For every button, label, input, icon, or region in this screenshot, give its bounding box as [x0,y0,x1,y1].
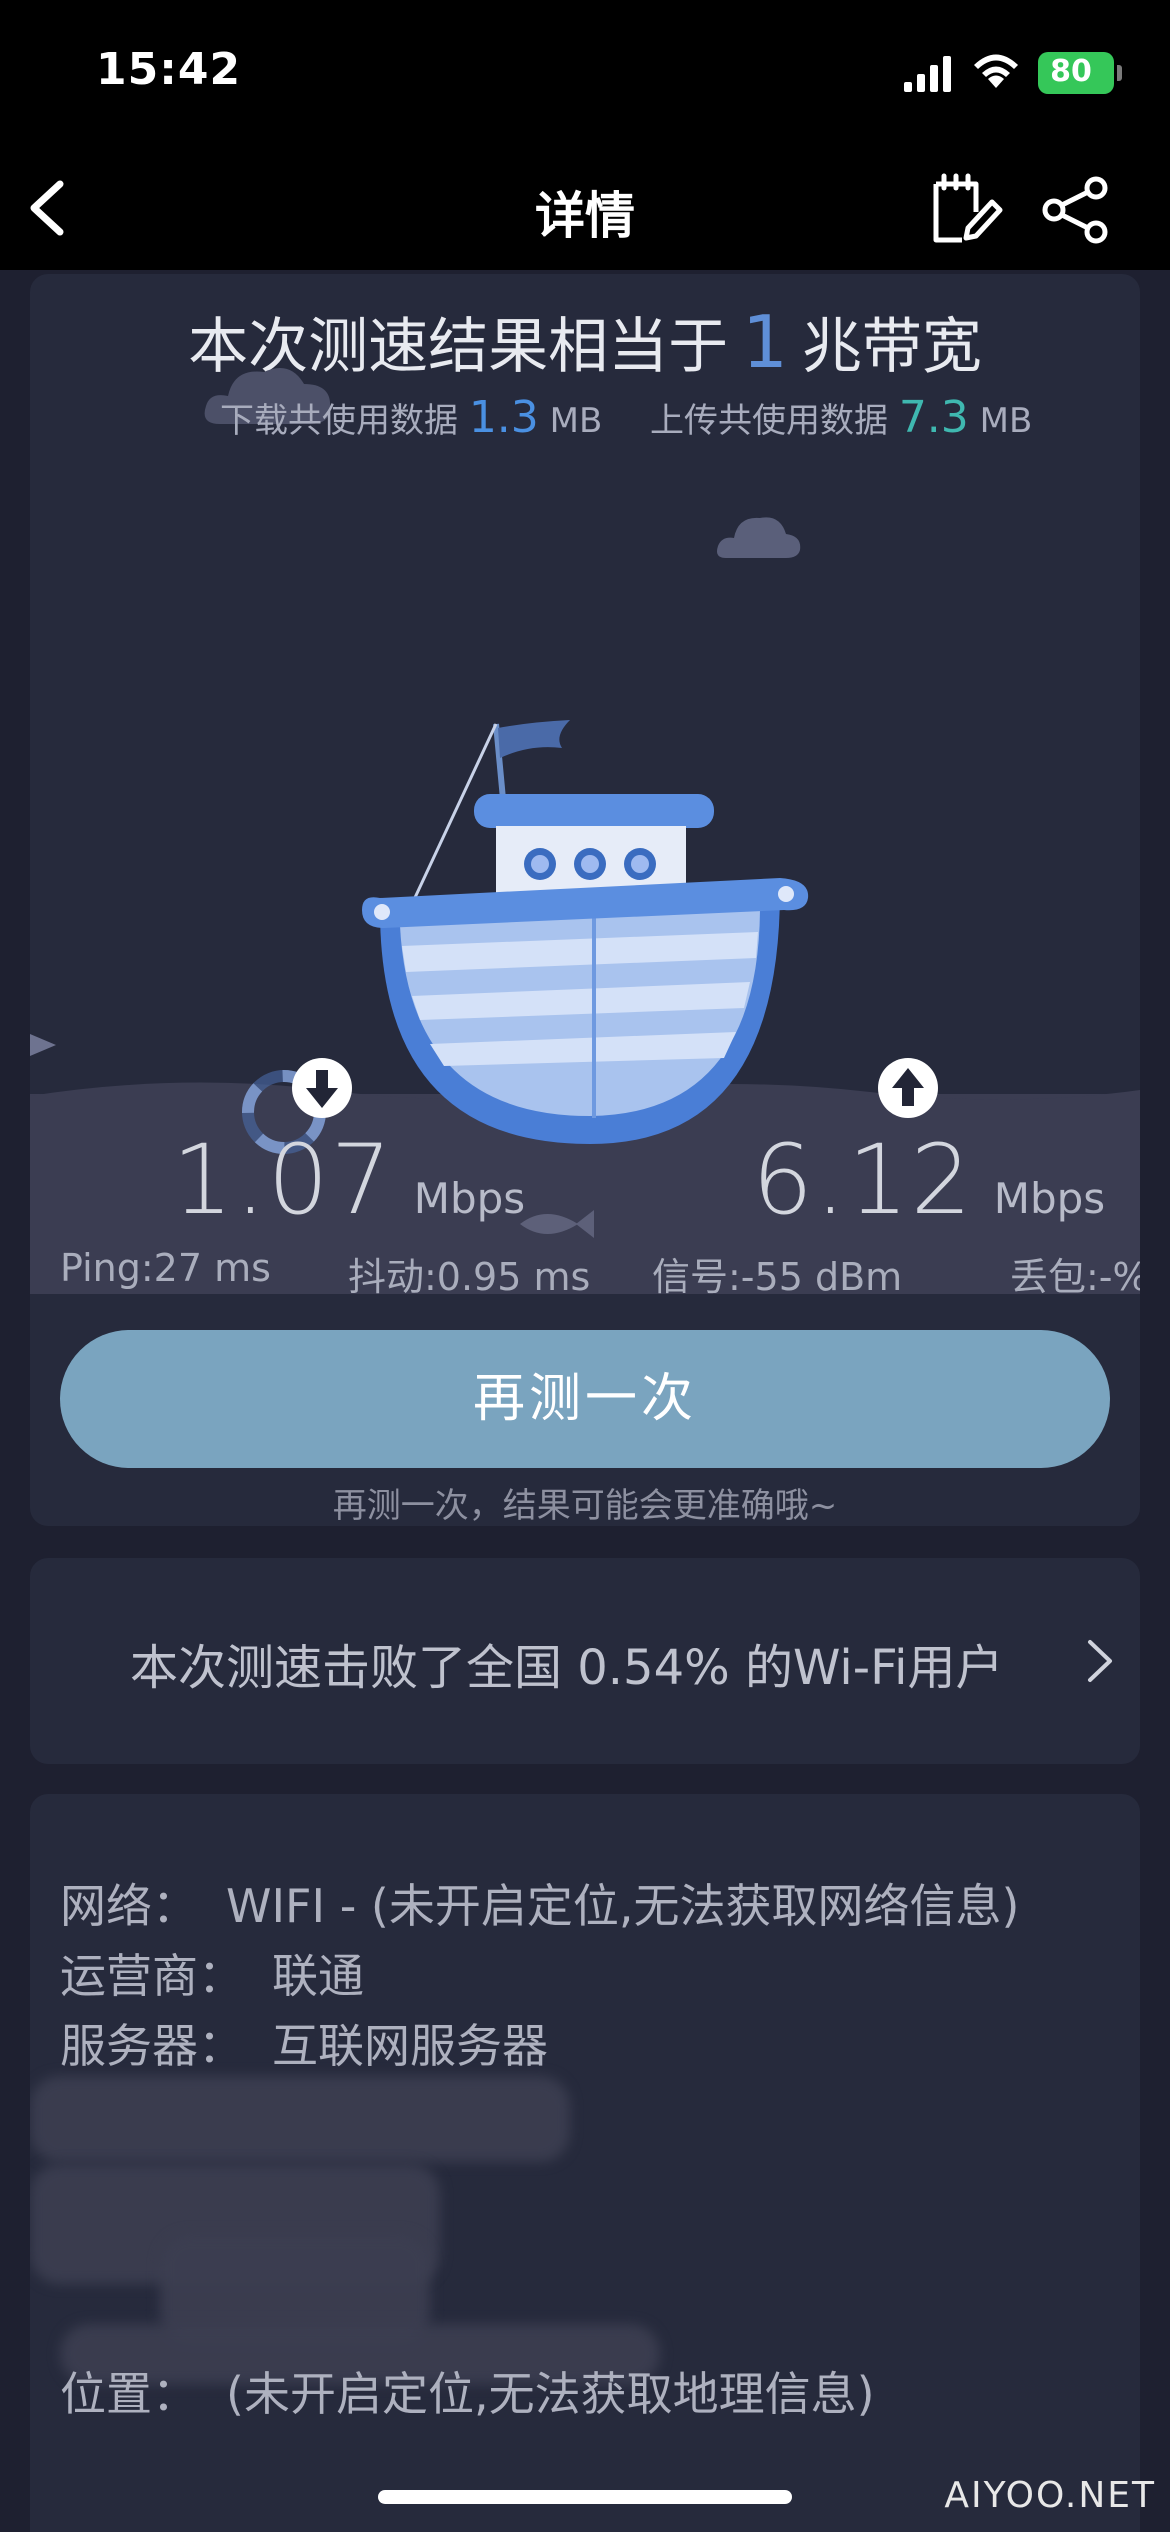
home-indicator[interactable] [378,2490,792,2504]
upload-data-value: 7.3 [898,392,969,443]
location-label: 位置： [60,2367,198,2421]
speed-test-detail-screen: 15:42 80 详情 本次测速结果相当于 1 兆带宽 下载共使用数据 1.3 … [0,0,1170,2532]
download-data-value: 1.3 [468,392,539,443]
headline-suffix: 兆带宽 [801,312,982,382]
headline-bandwidth-value: 1 [742,300,788,384]
rank-card[interactable]: 本次测速击败了全国 0.54% 的Wi-Fi用户 [30,1558,1140,1764]
carrier-value: 联通 [272,1949,364,2003]
cellular-signal-icon [904,56,951,92]
upload-speed-value: 6.12 [752,1124,974,1236]
retest-button[interactable]: 再测一次 [60,1330,1110,1468]
upload-speed-unit: Mbps [993,1174,1106,1223]
network-row: 网络： WIFI - (未开启定位,无法获取网络信息) [60,1870,1019,1936]
wifi-icon [974,54,1018,88]
upload-speed: 6.12 Mbps [752,1124,1105,1236]
download-speed: 1.07 Mbps [172,1124,525,1236]
result-card: 本次测速结果相当于 1 兆带宽 下载共使用数据 1.3 MB 上传共使用数据 7.3… [30,274,1140,1526]
redacted-area [30,2076,570,2162]
status-time: 15:42 [96,44,242,95]
download-data-used: 下载共使用数据 1.3 MB [220,392,603,443]
upload-data-used: 上传共使用数据 7.3 MB [650,392,1033,443]
status-bar: 15:42 80 [0,0,1170,150]
download-speed-unit: Mbps [413,1174,526,1223]
retest-hint: 再测一次，结果可能会更准确哦~ [332,1486,838,1526]
cloud-icon-small [717,517,801,558]
server-label: 服务器： [60,2019,244,2073]
chevron-right-icon [1088,1640,1112,1682]
watermark: AIYOO.NET [944,2475,1156,2516]
share-icon[interactable] [1040,174,1112,246]
packet-loss-metric: 丢包:-% [1010,1255,1140,1299]
server-row: 服务器： 互联网服务器 [60,2010,548,2076]
jitter-metric: 抖动:0.95 ms [348,1255,591,1299]
upload-data-unit: MB [979,401,1033,441]
network-info-card: 网络： WIFI - (未开启定位,无法获取网络信息) 运营商： 联通 服务器： 互联… [30,1794,1140,2532]
speed-scene: 本次测速结果相当于 1 兆带宽 下载共使用数据 1.3 MB 上传共使用数据 7.3… [30,274,1140,1299]
carrier-row: 运营商： 联通 [60,1940,364,2006]
network-label: 网络： [60,1879,198,1933]
battery-icon: 80 [1038,52,1122,94]
boat-illustration [362,720,809,1144]
download-data-unit: MB [549,401,603,441]
fish-fin-left [30,1034,56,1056]
signal-metric: 信号:-55 dBm [652,1255,903,1299]
download-arrow-icon [292,1058,352,1118]
download-speed-value: 1.07 [172,1124,394,1236]
upload-arrow-icon [878,1058,938,1118]
bandwidth-headline: 本次测速结果相当于 1 兆带宽 [30,298,1140,385]
carrier-label: 运营商： [60,1949,244,2003]
ping-metric: Ping:27 ms [60,1246,271,1290]
server-value: 互联网服务器 [272,2019,548,2073]
battery-level: 80 [1050,54,1092,89]
edit-note-icon[interactable] [928,172,1004,248]
network-value: WIFI - (未开启定位,无法获取网络信息) [226,1879,1020,1933]
location-row: 位置： (未开启定位,无法获取地理信息) [60,2358,875,2424]
nav-bar: 详情 [0,150,1170,270]
location-value: (未开启定位,无法获取地理信息) [226,2367,875,2421]
rank-text: 本次测速击败了全国 0.54% 的Wi-Fi用户 [130,1640,1004,1696]
